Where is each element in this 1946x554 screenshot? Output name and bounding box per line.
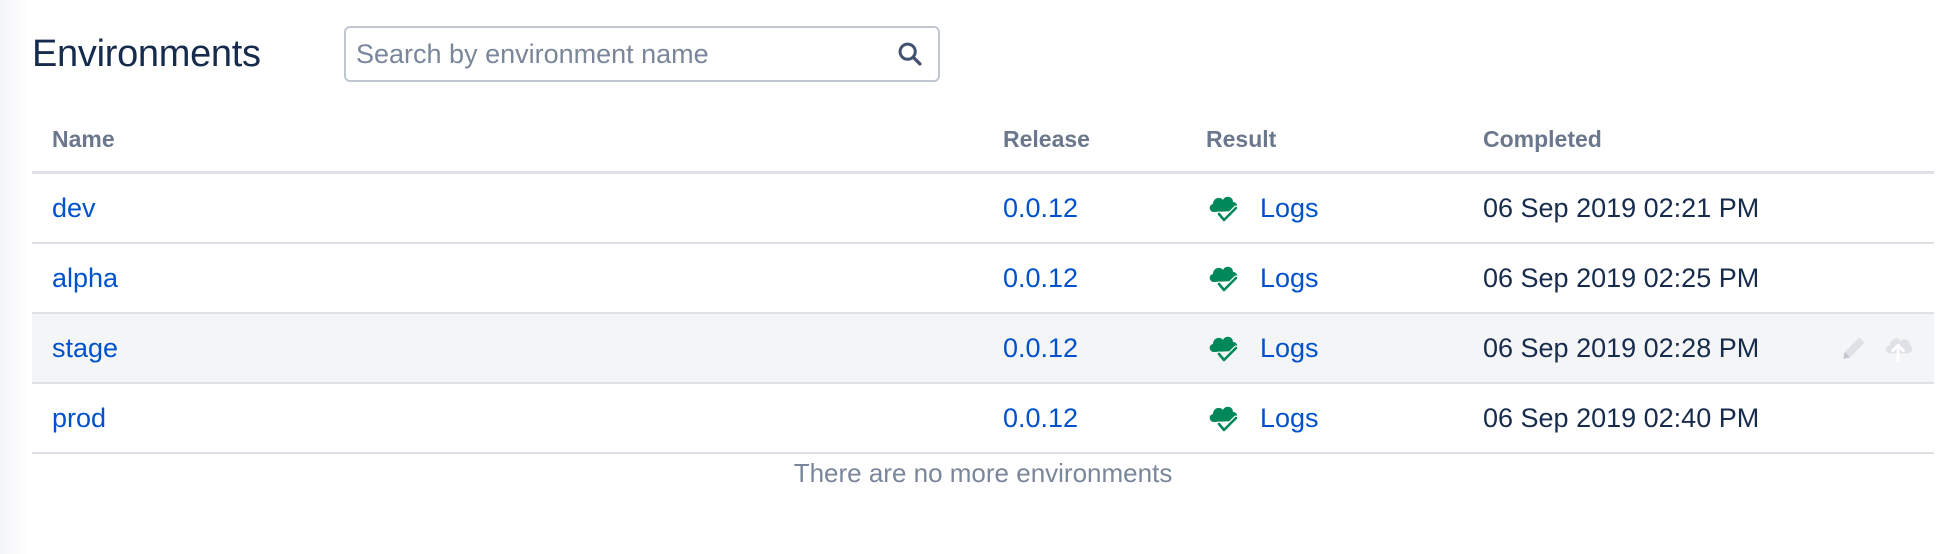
result-cell: Logs — [1206, 314, 1319, 382]
result-cell: Logs — [1206, 244, 1319, 312]
completed-time: 06 Sep 2019 02:25 PM — [1483, 263, 1760, 293]
environment-name-link[interactable]: dev — [52, 174, 96, 242]
logs-link[interactable]: Logs — [1260, 174, 1319, 242]
cloud-deploy-success-icon — [1209, 406, 1239, 433]
table-row[interactable]: alpha 0.0.12 Logs 06 Sep 2019 02:25 PM — [32, 244, 1934, 314]
search-input[interactable] — [346, 28, 876, 80]
table-header: Name Release Result Completed — [32, 112, 1934, 174]
cloud-deploy-success-icon — [1209, 196, 1239, 223]
table-row[interactable]: stage 0.0.12 Logs 06 Sep 2019 02:28 PM — [32, 314, 1934, 384]
release-link[interactable]: 0.0.12 — [1003, 174, 1078, 242]
release-link[interactable]: 0.0.12 — [1003, 244, 1078, 312]
environments-table: Name Release Result Completed dev 0.0.12… — [32, 112, 1934, 488]
search-box[interactable] — [344, 26, 940, 82]
row-actions — [1838, 332, 1914, 364]
pencil-icon[interactable] — [1838, 332, 1870, 364]
logs-link[interactable]: Logs — [1260, 314, 1319, 382]
environment-name-link[interactable]: stage — [52, 314, 118, 382]
table-row[interactable]: dev 0.0.12 Logs 06 Sep 2019 02:21 PM — [32, 174, 1934, 244]
logs-link[interactable]: Logs — [1260, 384, 1319, 452]
column-header-result[interactable]: Result — [1206, 126, 1276, 153]
cloud-upload-icon[interactable] — [1882, 332, 1914, 364]
cloud-deploy-success-icon — [1209, 266, 1239, 293]
completed-time: 06 Sep 2019 02:28 PM — [1483, 333, 1760, 363]
result-cell: Logs — [1206, 384, 1319, 452]
no-more-environments-note: There are no more environments — [793, 458, 1173, 488]
column-header-completed[interactable]: Completed — [1483, 126, 1602, 153]
page-title: Environments — [32, 32, 261, 75]
sidebar-edge-shadow — [0, 0, 30, 554]
release-link[interactable]: 0.0.12 — [1003, 314, 1078, 382]
result-cell: Logs — [1206, 174, 1319, 242]
logs-link[interactable]: Logs — [1260, 244, 1319, 312]
search-icon[interactable] — [896, 40, 924, 68]
column-header-name[interactable]: Name — [52, 126, 115, 153]
completed-time: 06 Sep 2019 02:21 PM — [1483, 193, 1760, 223]
environment-name-link[interactable]: alpha — [52, 244, 118, 312]
environments-page: Environments Name Release Result Complet… — [0, 0, 1946, 554]
table-row[interactable]: prod 0.0.12 Logs 06 Sep 2019 02:40 PM — [32, 384, 1934, 454]
page-header: Environments — [32, 26, 940, 82]
completed-time: 06 Sep 2019 02:40 PM — [1483, 403, 1760, 433]
cloud-deploy-success-icon — [1209, 336, 1239, 363]
environment-name-link[interactable]: prod — [52, 384, 106, 452]
release-link[interactable]: 0.0.12 — [1003, 384, 1078, 452]
column-header-release[interactable]: Release — [1003, 126, 1090, 153]
